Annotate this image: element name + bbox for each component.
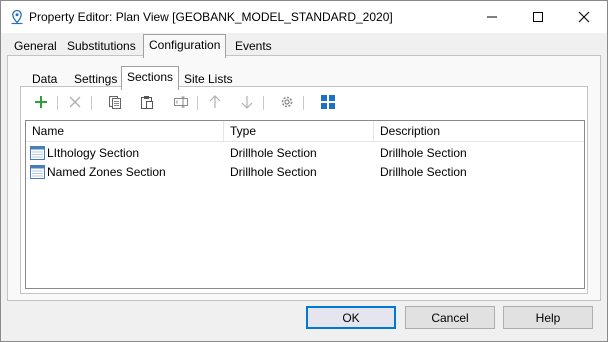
table-row[interactable]: LIthology Section Drillhole Section Dril… [26, 144, 584, 163]
move-down-button[interactable] [235, 91, 259, 115]
tab-general[interactable]: General [9, 36, 62, 56]
tab-site-lists-label: Site Lists [184, 72, 233, 86]
ok-button[interactable]: OK [306, 306, 396, 329]
toolbar-separator [197, 96, 198, 110]
tab-data-label: Data [32, 72, 58, 86]
copy-icon [107, 94, 123, 113]
table-header: Name Type Description [26, 121, 584, 142]
tab-substitutions-label: Substitutions [67, 39, 136, 53]
toolbar-separator [263, 96, 264, 110]
copy-button[interactable] [103, 91, 127, 115]
settings-icon [279, 94, 295, 113]
window-title: Property Editor: Plan View [GEOBANK_MODE… [29, 10, 393, 24]
section-icon [30, 146, 45, 160]
paste-icon [139, 94, 155, 113]
column-header-description[interactable]: Description [374, 121, 584, 141]
tab-events-label: Events [235, 39, 272, 53]
row-description: Drillhole Section [380, 146, 467, 160]
tab-configuration-label: Configuration [149, 38, 221, 52]
rename-button[interactable] [169, 91, 193, 115]
title-bar: Property Editor: Plan View [GEOBANK_MODE… [1, 1, 607, 33]
property-editor-window: Property Editor: Plan View [GEOBANK_MODE… [0, 0, 608, 342]
row-name: Named Zones Section [47, 165, 166, 179]
paste-button[interactable] [135, 91, 159, 115]
sections-table: Name Type Description LIthology Section … [25, 120, 585, 289]
grid-view-icon [320, 94, 336, 113]
tab-sections-label: Sections [127, 70, 174, 84]
sections-panel: Name Type Description LIthology Section … [20, 86, 588, 294]
row-type: Drillhole Section [230, 165, 317, 179]
add-icon [33, 94, 49, 113]
grid-view-button[interactable] [316, 91, 340, 115]
toolbar-separator [57, 96, 58, 110]
toolbar-separator [303, 96, 304, 110]
cancel-button[interactable]: Cancel [405, 306, 495, 329]
tab-configuration[interactable]: Configuration [143, 34, 227, 58]
delete-icon [67, 94, 83, 113]
move-up-button[interactable] [203, 91, 227, 115]
rename-icon [173, 94, 189, 113]
settings-button[interactable] [275, 91, 299, 115]
table-row[interactable]: Named Zones Section Drillhole Section Dr… [26, 163, 584, 182]
row-type: Drillhole Section [230, 146, 317, 160]
add-button[interactable] [29, 91, 53, 115]
location-pin-icon [9, 9, 25, 25]
maximize-button[interactable] [515, 1, 561, 33]
row-name: LIthology Section [47, 146, 140, 160]
row-description: Drillhole Section [380, 165, 467, 179]
configuration-panel: Data Settings Sections Site Lists Name T… [7, 55, 601, 301]
column-header-type[interactable]: Type [224, 121, 374, 141]
tab-substitutions[interactable]: Substitutions [62, 36, 141, 56]
tab-sections[interactable]: Sections [121, 66, 180, 90]
tab-general-label: General [14, 39, 57, 53]
move-up-icon [207, 94, 223, 113]
tab-events[interactable]: Events [230, 36, 277, 56]
section-icon [30, 165, 45, 179]
close-button[interactable] [561, 1, 607, 33]
delete-button[interactable] [63, 91, 87, 115]
tab-settings-label: Settings [74, 72, 118, 86]
toolbar-separator [91, 96, 92, 110]
column-header-name[interactable]: Name [26, 121, 224, 141]
move-down-icon [239, 94, 255, 113]
help-button[interactable]: Help [503, 306, 593, 329]
minimize-button[interactable] [469, 1, 515, 33]
